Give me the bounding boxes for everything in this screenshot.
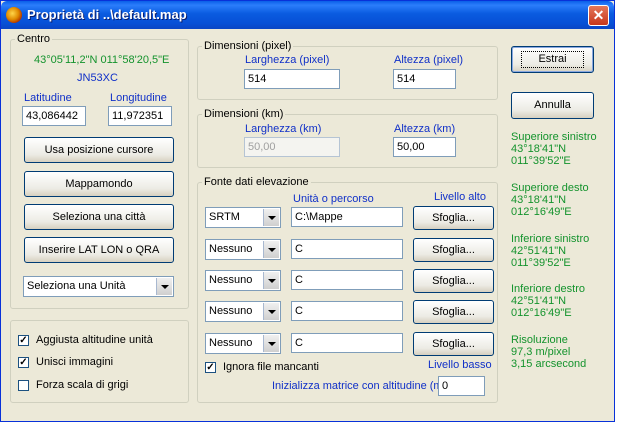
checkmark-icon[interactable]: ✓	[205, 362, 216, 373]
close-icon: ✕	[592, 7, 605, 23]
resolution-meters: 97,3 m/pixel	[511, 346, 571, 358]
resolution-title: Risoluzione	[511, 334, 568, 346]
km-height-label: Altezza (km)	[394, 123, 456, 135]
title-bar[interactable]: Proprietà di ..\default.map ✕	[1, 1, 614, 29]
grayscale-label: Forza scala di grigi	[36, 379, 129, 391]
merge-images-label: Unisci immagini	[36, 356, 114, 368]
browse-button-5[interactable]: Sfoglia...	[413, 332, 494, 356]
path-field-1[interactable]: C:\Mappe	[291, 207, 403, 227]
bottom-left-lat: 42°51'41"N	[511, 245, 567, 257]
pixel-dimensions-legend: Dimensioni (pixel)	[204, 40, 292, 52]
pixel-height-field[interactable]: 514	[393, 69, 456, 89]
unit-select-value: Seleziona una Unità	[27, 280, 126, 292]
chevron-down-icon[interactable]	[156, 278, 172, 295]
top-left-title: Superiore sinistro	[511, 131, 597, 143]
top-right-lat: 43°18'41"N	[511, 194, 567, 206]
path-field-2[interactable]: C	[291, 239, 403, 259]
chevron-down-icon[interactable]	[263, 241, 279, 258]
use-cursor-button[interactable]: Usa posizione cursore	[24, 137, 174, 163]
bottom-left-corner-info: Inferiore sinistro 42°51'41"N 011°39'52"…	[511, 233, 589, 269]
source-select-value: Nessuno	[209, 337, 253, 349]
checkmark-icon[interactable]: ✓	[18, 357, 29, 368]
cancel-button[interactable]: Annulla	[511, 92, 594, 119]
unit-select[interactable]: Seleziona una Unità	[23, 276, 174, 297]
high-level-label: Livello alto	[434, 191, 486, 203]
top-left-lon: 011°39'52"E	[511, 155, 571, 167]
close-button[interactable]: ✕	[588, 5, 609, 26]
browse-button-2[interactable]: Sfoglia...	[413, 238, 494, 262]
pixel-height-label: Altezza (pixel)	[394, 54, 464, 66]
extract-button-label: Estrai	[521, 51, 584, 68]
longitude-label: Longitudine	[110, 92, 167, 104]
top-left-lat: 43°18'41"N	[511, 143, 567, 155]
dialog-client: Centro 43°05'11,2"N 011°58'20,5"E JN53XC…	[4, 29, 611, 419]
browse-button-3[interactable]: Sfoglia...	[413, 269, 494, 293]
path-field-4[interactable]: C	[291, 301, 403, 321]
checkmark-icon[interactable]: ✓	[18, 335, 29, 346]
top-right-corner-info: Superiore desto 43°18'41"N 012°16'49"E	[511, 182, 589, 218]
unit-path-label: Unità o percorso	[293, 193, 374, 205]
world-map-button[interactable]: Mappamondo	[24, 171, 174, 197]
centro-legend: Centro	[17, 33, 51, 45]
low-level-label: Livello basso	[428, 359, 492, 371]
ignore-missing-label: Ignora file mancanti	[223, 361, 319, 373]
top-left-corner-info: Superiore sinistro 43°18'41"N 011°39'52"…	[511, 131, 597, 167]
pixel-width-field[interactable]: 514	[244, 69, 340, 89]
init-matrix-label: Inizializza matrice con altitudine (m)	[272, 380, 447, 392]
source-select-1[interactable]: SRTM	[205, 207, 281, 228]
chevron-down-icon[interactable]	[263, 303, 279, 320]
browse-button-1[interactable]: Sfoglia...	[413, 206, 494, 230]
bottom-right-lon: 012°16'49"E	[511, 307, 572, 319]
source-select-4[interactable]: Nessuno	[205, 301, 281, 322]
km-height-field[interactable]: 50,00	[393, 137, 456, 157]
latitude-field[interactable]: 43,086442	[22, 106, 86, 126]
dialog-window: Proprietà di ..\default.map ✕ Centro 43°…	[0, 0, 615, 422]
init-altitude-field[interactable]: 0	[438, 376, 485, 396]
path-field-3[interactable]: C	[291, 270, 403, 290]
source-select-5[interactable]: Nessuno	[205, 333, 281, 354]
longitude-field[interactable]: 11,972351	[108, 106, 172, 126]
resolution-arcsec: 3,15 arcsecond	[511, 358, 587, 370]
path-field-5[interactable]: C	[291, 333, 403, 353]
source-select-value: Nessuno	[209, 243, 253, 255]
browse-button-4[interactable]: Sfoglia...	[413, 300, 494, 324]
chevron-down-icon[interactable]	[263, 335, 279, 352]
pixel-width-label: Larghezza (pixel)	[245, 54, 330, 66]
source-select-value: Nessuno	[209, 305, 253, 317]
bottom-right-lat: 42°51'41"N	[511, 295, 567, 307]
extract-button[interactable]: Estrai	[511, 46, 594, 73]
bottom-right-corner-info: Inferiore destro 42°51'41"N 012°16'49"E	[511, 283, 585, 319]
top-right-title: Superiore desto	[511, 182, 589, 194]
chevron-down-icon[interactable]	[263, 272, 279, 289]
elevation-source-legend: Fonte dati elevazione	[204, 176, 309, 188]
chevron-down-icon[interactable]	[263, 209, 279, 226]
app-globe-icon	[6, 7, 22, 23]
km-width-label: Larghezza (km)	[245, 123, 322, 135]
source-select-value: SRTM	[209, 211, 240, 223]
source-select-value: Nessuno	[209, 274, 253, 286]
adjust-altitude-label: Aggiusta altitudine unità	[36, 334, 153, 346]
km-width-field: 50,00	[244, 137, 340, 157]
resolution-info: Risoluzione 97,3 m/pixel 3,15 arcsecond	[511, 334, 586, 370]
source-select-3[interactable]: Nessuno	[205, 270, 281, 291]
window-title: Proprietà di ..\default.map	[27, 7, 187, 22]
bottom-left-lon: 011°39'52"E	[511, 257, 571, 269]
center-coordinates: 43°05'11,2"N 011°58'20,5"E	[34, 54, 170, 66]
source-select-2[interactable]: Nessuno	[205, 239, 281, 260]
enter-latlon-button[interactable]: Inserire LAT LON o QRA	[24, 237, 174, 263]
km-dimensions-legend: Dimensioni (km)	[204, 108, 284, 120]
top-right-lon: 012°16'49"E	[511, 206, 572, 218]
latitude-label: Latitudine	[24, 92, 72, 104]
bottom-left-title: Inferiore sinistro	[511, 233, 590, 245]
checkbox-empty-icon[interactable]	[18, 380, 29, 391]
bottom-right-title: Inferiore destro	[511, 283, 585, 295]
select-city-button[interactable]: Seleziona una città	[24, 204, 174, 230]
center-qra: JN53XC	[77, 72, 118, 84]
